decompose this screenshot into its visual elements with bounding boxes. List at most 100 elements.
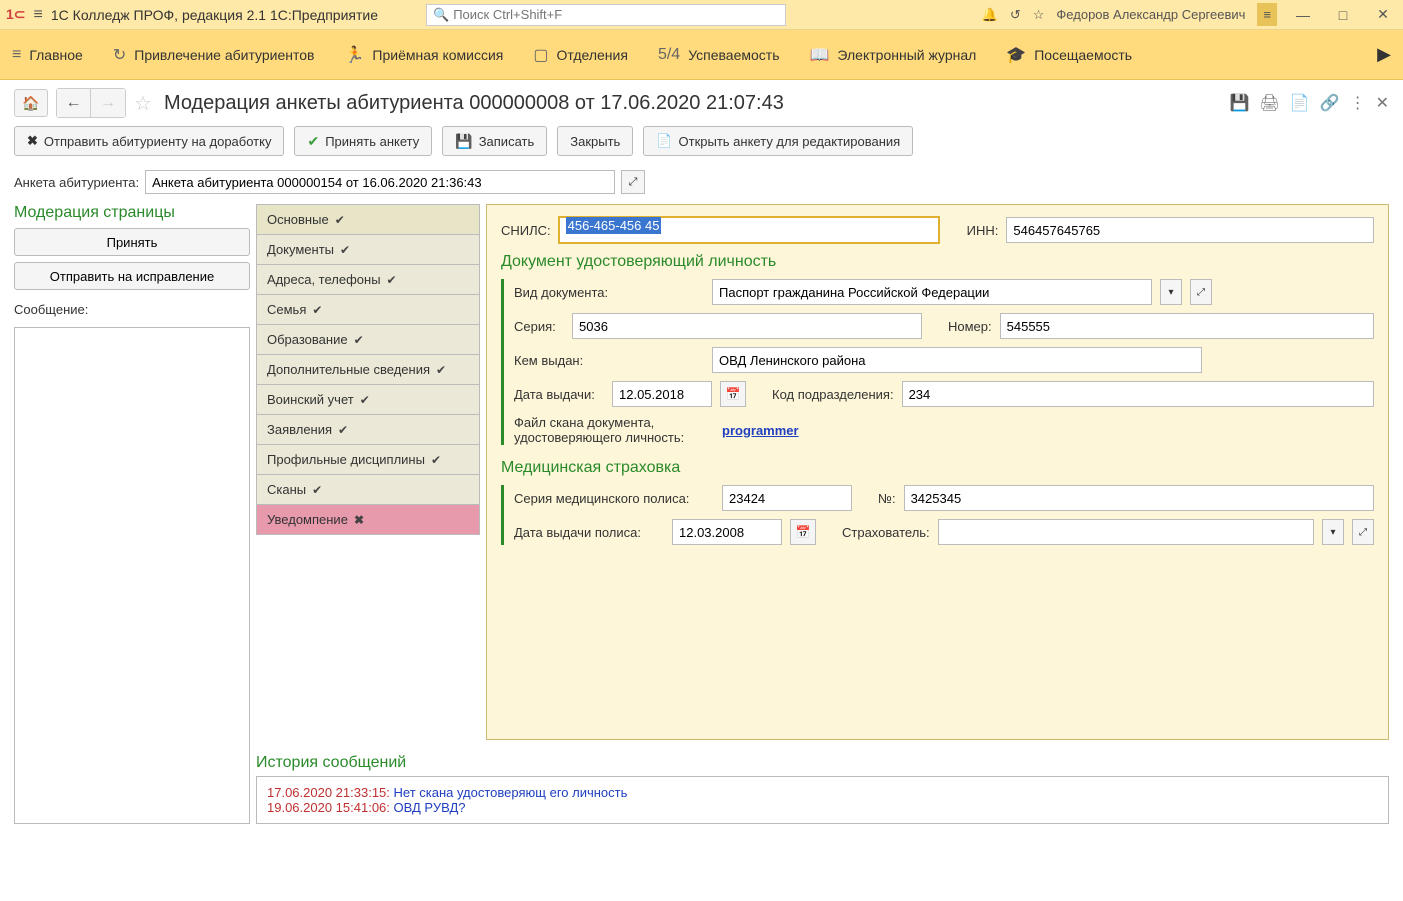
insurer-open[interactable]: ⤢ xyxy=(1352,519,1374,545)
menu-icon[interactable]: ≡ xyxy=(34,6,43,24)
message-textarea[interactable] xyxy=(14,327,250,824)
med-date-label: Дата выдачи полиса: xyxy=(514,525,664,540)
history-icon[interactable]: ↺ xyxy=(1010,7,1021,23)
tab-main[interactable]: Основные✔ xyxy=(256,205,480,235)
tab-scans[interactable]: Сканы✔ xyxy=(256,475,480,505)
tab-documents[interactable]: Документы✔ xyxy=(256,235,480,265)
nav-label: Отделения xyxy=(557,47,628,63)
check-icon: ✔ xyxy=(431,453,441,467)
send-fix-button[interactable]: Отправить на исправление xyxy=(14,262,250,290)
tab-additional[interactable]: Дополнительные сведения✔ xyxy=(256,355,480,385)
history-message: ОВД РУВД? xyxy=(394,800,466,815)
back-button[interactable]: ← xyxy=(57,89,91,117)
form-area: СНИЛС: 456-465-456 45 ИНН: Документ удос… xyxy=(486,204,1389,740)
med-date-input[interactable] xyxy=(672,519,782,545)
nav-label: Приёмная комиссия xyxy=(372,47,503,63)
inn-input[interactable] xyxy=(1006,217,1374,243)
accept-button[interactable]: ✔Принять анкету xyxy=(294,126,432,156)
nav-journal[interactable]: 📖Электронный журнал xyxy=(809,45,976,65)
series-input[interactable] xyxy=(572,313,922,339)
nav-scroll-right[interactable]: ▶ xyxy=(1377,44,1391,65)
series-label: Серия: xyxy=(514,319,564,334)
number-input[interactable] xyxy=(1000,313,1374,339)
tab-label: Уведомпение xyxy=(267,512,348,527)
minimize-button[interactable]: — xyxy=(1289,7,1317,23)
tab-applications[interactable]: Заявления✔ xyxy=(256,415,480,445)
more-icon[interactable]: ⋮ xyxy=(1350,93,1366,113)
x-icon: ✖ xyxy=(354,513,364,527)
report-icon[interactable]: 📄 xyxy=(1290,93,1310,113)
panels-icon[interactable]: ≡ xyxy=(1257,3,1277,26)
tab-notification[interactable]: Уведомпение ✖ xyxy=(256,505,480,535)
applicant-ref-input[interactable] xyxy=(145,170,615,194)
bell-icon[interactable]: 🔔 xyxy=(982,7,998,23)
nav-departments[interactable]: ▢ Отделения xyxy=(533,45,628,65)
med-series-input[interactable] xyxy=(722,485,852,511)
app-title: 1С Колледж ПРОФ, редакция 2.1 1С:Предпри… xyxy=(51,7,378,23)
doc-type-open[interactable]: ⤢ xyxy=(1190,279,1212,305)
insurer-dropdown[interactable]: ▾ xyxy=(1322,519,1344,545)
user-name[interactable]: Федоров Александр Сергеевич xyxy=(1056,7,1245,22)
save-button[interactable]: 💾Записать xyxy=(442,126,547,156)
forward-button[interactable]: → xyxy=(91,89,125,117)
snils-input[interactable]: 456-465-456 45 xyxy=(559,217,939,243)
tab-label: Сканы xyxy=(267,482,306,497)
print-icon[interactable]: 🖨 xyxy=(1259,93,1279,113)
nav-attendance[interactable]: 🎓Посещаемость xyxy=(1006,45,1132,65)
nav-grades[interactable]: 5/4Успеваемость xyxy=(658,46,780,64)
doc-type-input[interactable] xyxy=(712,279,1152,305)
search-icon: 🔍 xyxy=(433,7,449,23)
favorite-star-icon[interactable]: ☆ xyxy=(134,91,152,116)
close-tab-icon[interactable]: ✕ xyxy=(1376,93,1389,113)
hat-icon: 🎓 xyxy=(1006,45,1026,65)
tab-addresses[interactable]: Адреса, телефоны✔ xyxy=(256,265,480,295)
open-ref-button[interactable]: ⤢ xyxy=(621,170,645,194)
btn-label: Записать xyxy=(479,134,535,149)
maximize-button[interactable]: □ xyxy=(1329,7,1357,23)
tab-label: Профильные дисциплины xyxy=(267,452,425,467)
star-icon[interactable]: ☆ xyxy=(1033,7,1045,23)
identity-doc-section-title: Документ удостоверяющий личность xyxy=(501,253,1374,271)
link-icon[interactable]: 🔗 xyxy=(1320,93,1340,113)
ref-label: Анкета абитуриента: xyxy=(14,175,139,190)
home-button[interactable]: 🏠 xyxy=(14,89,48,117)
open-for-edit-button[interactable]: 📄 Открыть анкету для редактирования xyxy=(643,126,913,156)
check-icon: ✔ xyxy=(387,273,397,287)
accept-page-button[interactable]: Принять xyxy=(14,228,250,256)
nav-label: Успеваемость xyxy=(688,47,779,63)
search-input[interactable] xyxy=(453,7,779,22)
calendar-icon[interactable]: 📅 xyxy=(790,519,816,545)
tab-military[interactable]: Воинский учет ✔ xyxy=(256,385,480,415)
tab-education[interactable]: Образование✔ xyxy=(256,325,480,355)
close-button[interactable]: Закрыть xyxy=(557,126,633,156)
check-icon: ✔ xyxy=(360,393,370,407)
tab-label: Воинский учет xyxy=(267,392,354,407)
issue-date-label: Дата выдачи: xyxy=(514,387,604,402)
doc-icon: 📄 xyxy=(656,133,672,149)
nav-recruitment[interactable]: ↻Привлечение абитуриентов xyxy=(113,45,315,65)
med-no-label: №: xyxy=(878,491,896,506)
scan-file-link[interactable]: programmer xyxy=(722,423,799,438)
nav-main[interactable]: ≡Главное xyxy=(12,46,83,64)
insurer-input[interactable] xyxy=(938,519,1314,545)
nav-admissions[interactable]: 🏃 Приёмная комиссия xyxy=(344,45,503,65)
med-no-input[interactable] xyxy=(904,485,1374,511)
building-icon: ▢ xyxy=(533,45,548,65)
tab-label: Образование xyxy=(267,332,348,347)
return-for-revision-button[interactable]: ✖Отправить абитуриенту на доработку xyxy=(14,126,284,156)
btn-label: Открыть анкету для редактирования xyxy=(679,134,901,149)
calendar-icon[interactable]: 📅 xyxy=(720,381,746,407)
person-icon: 🏃 xyxy=(344,45,364,65)
doc-type-dropdown[interactable]: ▾ xyxy=(1160,279,1182,305)
check-icon: ✔ xyxy=(312,303,322,317)
message-label: Сообщение: xyxy=(14,302,250,317)
medical-section-title: Медицинская страховка xyxy=(501,459,1374,477)
tab-disciplines[interactable]: Профильные дисциплины ✔ xyxy=(256,445,480,475)
global-search[interactable]: 🔍 xyxy=(426,4,786,26)
save-icon[interactable]: 💾 xyxy=(1230,93,1250,113)
dept-code-input[interactable] xyxy=(902,381,1374,407)
issued-by-input[interactable] xyxy=(712,347,1202,373)
tab-family[interactable]: Семья✔ xyxy=(256,295,480,325)
close-window-button[interactable]: ✕ xyxy=(1369,6,1397,23)
issue-date-input[interactable] xyxy=(612,381,712,407)
